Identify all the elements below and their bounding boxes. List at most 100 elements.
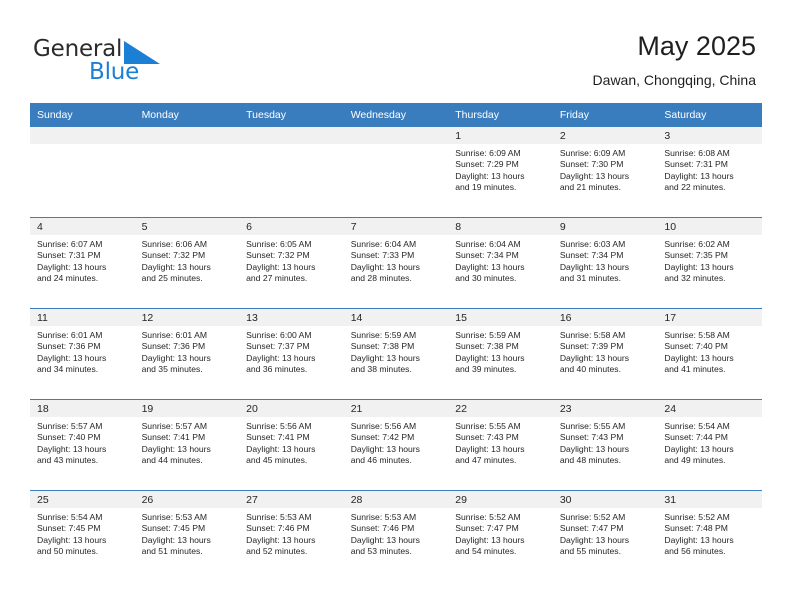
daylight-text-line1: Daylight: 13 hours xyxy=(350,443,420,454)
sunset-text: Sunset: 7:41 PM xyxy=(246,432,310,443)
daylight-text-line2: and 41 minutes. xyxy=(664,364,726,375)
day-number: 29 xyxy=(448,491,553,508)
daylight-text-line2: and 45 minutes. xyxy=(246,455,308,466)
day-cell[interactable]: 14 Sunrise: 5:59 AM Sunset: 7:38 PM Dayl… xyxy=(343,308,449,400)
day-cell[interactable]: 24 Sunrise: 5:54 AM Sunset: 7:44 PM Dayl… xyxy=(657,399,762,491)
day-cell[interactable]: 18 Sunrise: 5:57 AM Sunset: 7:40 PM Dayl… xyxy=(30,399,135,491)
daylight-text-line2: and 46 minutes. xyxy=(350,455,412,466)
sunset-text: Sunset: 7:46 PM xyxy=(350,523,415,534)
weekday-header-monday: Monday xyxy=(134,103,240,127)
day-number: 1 xyxy=(448,127,553,144)
day-cell[interactable]: 6 Sunrise: 6:05 AM Sunset: 7:32 PM Dayli… xyxy=(239,217,344,309)
sunrise-text: Sunrise: 5:54 AM xyxy=(664,421,730,431)
day-details: Sunrise: 5:58 AM Sunset: 7:40 PM Dayligh… xyxy=(657,326,762,376)
sunrise-text: Sunrise: 6:00 AM xyxy=(246,330,312,340)
daylight-text-line1: Daylight: 13 hours xyxy=(455,352,525,363)
sunset-text: Sunset: 7:37 PM xyxy=(246,341,310,352)
day-cell[interactable] xyxy=(343,127,449,218)
day-cell[interactable]: 19 Sunrise: 5:57 AM Sunset: 7:41 PM Dayl… xyxy=(134,399,240,491)
sunset-text: Sunset: 7:35 PM xyxy=(664,250,728,261)
day-number xyxy=(134,127,240,144)
day-cell[interactable]: 8 Sunrise: 6:04 AM Sunset: 7:34 PM Dayli… xyxy=(448,217,553,309)
day-cell[interactable] xyxy=(239,127,344,218)
day-cell[interactable]: 31 Sunrise: 5:52 AM Sunset: 7:48 PM Dayl… xyxy=(657,490,762,581)
daylight-text-line1: Daylight: 13 hours xyxy=(246,534,316,545)
daylight-text-line2: and 40 minutes. xyxy=(559,364,621,375)
day-number: 27 xyxy=(239,491,344,508)
daylight-text-line1: Daylight: 13 hours xyxy=(664,352,734,363)
day-details: Sunrise: 6:01 AM Sunset: 7:36 PM Dayligh… xyxy=(30,326,135,376)
day-details: Sunrise: 5:53 AM Sunset: 7:45 PM Dayligh… xyxy=(135,508,240,558)
day-cell[interactable]: 12 Sunrise: 6:01 AM Sunset: 7:36 PM Dayl… xyxy=(134,308,240,400)
day-cell[interactable]: 23 Sunrise: 5:55 AM Sunset: 7:43 PM Dayl… xyxy=(552,399,658,491)
day-cell[interactable]: 9 Sunrise: 6:03 AM Sunset: 7:34 PM Dayli… xyxy=(552,217,658,309)
day-number xyxy=(343,127,449,144)
day-details: Sunrise: 6:03 AM Sunset: 7:34 PM Dayligh… xyxy=(553,235,658,285)
sunrise-text: Sunrise: 6:09 AM xyxy=(455,148,521,158)
day-cell[interactable]: 10 Sunrise: 6:02 AM Sunset: 7:35 PM Dayl… xyxy=(657,217,762,309)
day-cell[interactable]: 3 Sunrise: 6:08 AM Sunset: 7:31 PM Dayli… xyxy=(657,127,762,218)
daylight-text-line2: and 44 minutes. xyxy=(141,455,203,466)
day-number: 10 xyxy=(657,218,762,235)
day-cell[interactable]: 15 Sunrise: 5:59 AM Sunset: 7:38 PM Dayl… xyxy=(448,308,553,400)
day-cell[interactable]: 1 Sunrise: 6:09 AM Sunset: 7:29 PM Dayli… xyxy=(448,127,553,218)
day-cell[interactable]: 5 Sunrise: 6:06 AM Sunset: 7:32 PM Dayli… xyxy=(134,217,240,309)
day-cell[interactable]: 28 Sunrise: 5:53 AM Sunset: 7:46 PM Dayl… xyxy=(343,490,449,581)
day-cell[interactable]: 11 Sunrise: 6:01 AM Sunset: 7:36 PM Dayl… xyxy=(30,308,135,400)
sunset-text: Sunset: 7:34 PM xyxy=(455,250,519,261)
sunset-text: Sunset: 7:39 PM xyxy=(559,341,624,352)
day-cell[interactable] xyxy=(30,127,135,218)
day-details xyxy=(239,144,344,148)
day-number: 4 xyxy=(30,218,135,235)
day-cell[interactable]: 29 Sunrise: 5:52 AM Sunset: 7:47 PM Dayl… xyxy=(448,490,553,581)
sunrise-text: Sunrise: 5:57 AM xyxy=(141,421,208,431)
weekday-header-saturday: Saturday xyxy=(657,103,762,127)
brand-logo[interactable]: General Blue xyxy=(33,36,213,88)
day-number: 25 xyxy=(30,491,135,508)
day-cell[interactable]: 2 Sunrise: 6:09 AM Sunset: 7:30 PM Dayli… xyxy=(552,127,658,218)
day-cell[interactable]: 25 Sunrise: 5:54 AM Sunset: 7:45 PM Dayl… xyxy=(30,490,135,581)
day-cell[interactable]: 30 Sunrise: 5:52 AM Sunset: 7:47 PM Dayl… xyxy=(552,490,658,581)
daylight-text-line2: and 52 minutes. xyxy=(246,546,308,557)
sunset-text: Sunset: 7:34 PM xyxy=(559,250,624,261)
sunrise-text: Sunrise: 5:56 AM xyxy=(246,421,312,431)
day-number: 21 xyxy=(343,400,449,417)
day-number xyxy=(239,127,344,144)
day-number: 24 xyxy=(657,400,762,417)
sunset-text: Sunset: 7:47 PM xyxy=(455,523,519,534)
daylight-text-line1: Daylight: 13 hours xyxy=(141,352,211,363)
sunset-text: Sunset: 7:36 PM xyxy=(37,341,101,352)
sunset-text: Sunset: 7:41 PM xyxy=(141,432,206,443)
sunrise-text: Sunrise: 5:59 AM xyxy=(350,330,417,340)
daylight-text-line2: and 21 minutes. xyxy=(559,182,621,193)
day-cell[interactable]: 20 Sunrise: 5:56 AM Sunset: 7:41 PM Dayl… xyxy=(239,399,344,491)
day-cell[interactable] xyxy=(134,127,240,218)
day-cell[interactable]: 17 Sunrise: 5:58 AM Sunset: 7:40 PM Dayl… xyxy=(657,308,762,400)
sunset-text: Sunset: 7:31 PM xyxy=(37,250,101,261)
day-cell[interactable]: 27 Sunrise: 5:53 AM Sunset: 7:46 PM Dayl… xyxy=(239,490,344,581)
page-title: May 2025 xyxy=(637,31,756,61)
day-details: Sunrise: 5:53 AM Sunset: 7:46 PM Dayligh… xyxy=(239,508,344,558)
daylight-text-line1: Daylight: 13 hours xyxy=(559,352,630,363)
daylight-text-line2: and 49 minutes. xyxy=(664,455,726,466)
week-row: 1 Sunrise: 6:09 AM Sunset: 7:29 PM Dayli… xyxy=(30,127,762,218)
day-number: 7 xyxy=(343,218,449,235)
day-cell[interactable]: 22 Sunrise: 5:55 AM Sunset: 7:43 PM Dayl… xyxy=(448,399,553,491)
day-cell[interactable]: 16 Sunrise: 5:58 AM Sunset: 7:39 PM Dayl… xyxy=(552,308,658,400)
sunrise-text: Sunrise: 6:06 AM xyxy=(141,239,208,249)
day-cell[interactable]: 26 Sunrise: 5:53 AM Sunset: 7:45 PM Dayl… xyxy=(134,490,240,581)
daylight-text-line2: and 30 minutes. xyxy=(455,273,517,284)
daylight-text-line2: and 25 minutes. xyxy=(141,273,203,284)
day-details: Sunrise: 5:54 AM Sunset: 7:44 PM Dayligh… xyxy=(657,417,762,467)
day-cell[interactable]: 7 Sunrise: 6:04 AM Sunset: 7:33 PM Dayli… xyxy=(343,217,449,309)
daylight-text-line1: Daylight: 13 hours xyxy=(664,534,734,545)
day-cell[interactable]: 4 Sunrise: 6:07 AM Sunset: 7:31 PM Dayli… xyxy=(30,217,135,309)
sunset-text: Sunset: 7:44 PM xyxy=(664,432,728,443)
day-cell[interactable]: 13 Sunrise: 6:00 AM Sunset: 7:37 PM Dayl… xyxy=(239,308,344,400)
daylight-text-line2: and 19 minutes. xyxy=(455,182,517,193)
daylight-text-line1: Daylight: 13 hours xyxy=(350,261,420,272)
sunrise-text: Sunrise: 6:03 AM xyxy=(559,239,626,249)
daylight-text-line2: and 51 minutes. xyxy=(141,546,203,557)
day-cell[interactable]: 21 Sunrise: 5:56 AM Sunset: 7:42 PM Dayl… xyxy=(343,399,449,491)
daylight-text-line2: and 39 minutes. xyxy=(455,364,517,375)
